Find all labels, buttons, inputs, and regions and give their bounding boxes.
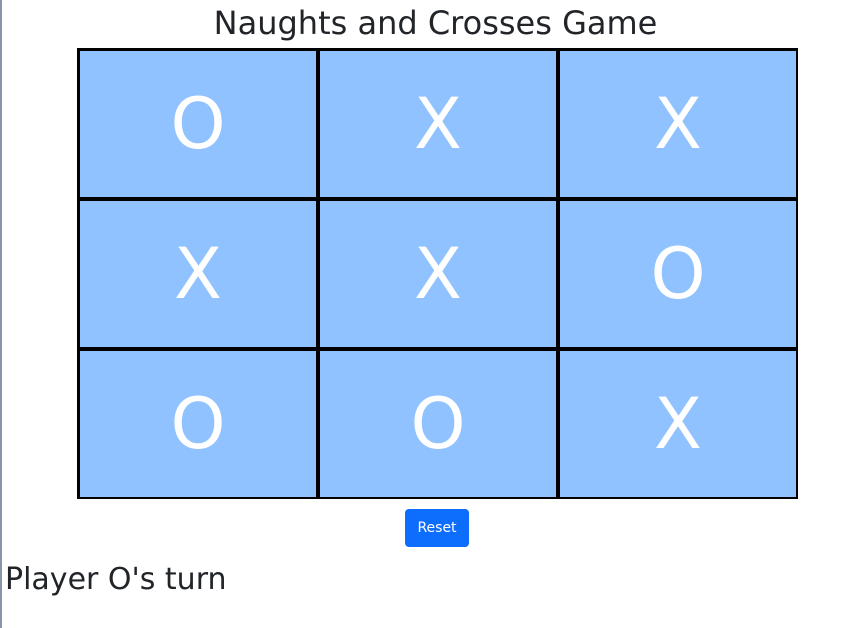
board-cell-r1c3[interactable]: X (560, 51, 796, 197)
turn-status: Player O's turn (5, 562, 227, 597)
board-cell-r2c2[interactable]: X (320, 201, 556, 347)
board-cell-r2c1[interactable]: X (80, 201, 316, 347)
game-board: O X X X X O O O X (77, 48, 798, 499)
reset-button[interactable]: Reset (405, 509, 469, 547)
board-cell-r3c3[interactable]: X (560, 351, 796, 497)
page-title: Naughts and Crosses Game (213, 4, 658, 42)
board-cell-r2c3[interactable]: O (560, 201, 796, 347)
board-cell-r1c2[interactable]: X (320, 51, 556, 197)
board-cell-r3c2[interactable]: O (320, 351, 556, 497)
board-cell-r1c1[interactable]: O (80, 51, 316, 197)
board-cell-r3c1[interactable]: O (80, 351, 316, 497)
game-page: Naughts and Crosses Game O X X X X O O O… (0, 0, 867, 628)
